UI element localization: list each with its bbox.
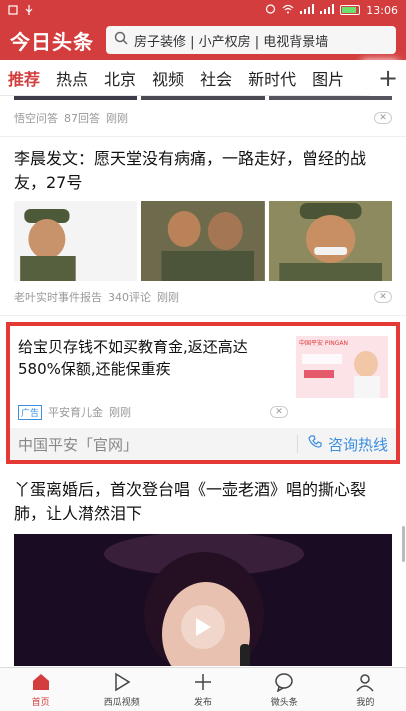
clock: 13:06 (366, 3, 398, 17)
tab-recommend[interactable]: 推荐 (0, 66, 48, 90)
item-source: 悟空问答 (14, 112, 58, 125)
nav-publish[interactable]: 发布 (162, 668, 243, 711)
ad-card[interactable]: 给宝贝存钱不如买教育金,返还高达580%保额,还能保重疾 中国平安 PINGAN… (6, 322, 400, 464)
list-item[interactable]: 丫蛋离婚后，首次登台唱《一壶老酒》唱的撕心裂肺，让人潸然泪下 (0, 464, 406, 666)
add-channel-icon[interactable]: + (370, 60, 406, 96)
nav-label: 发布 (194, 698, 213, 708)
nav-home[interactable]: 首页 (0, 668, 81, 711)
play-icon[interactable] (181, 604, 225, 649)
dislike-icon[interactable]: ✕ (270, 406, 288, 418)
search-bar[interactable]: 房子装修 | 小产权房 | 电视背景墙 (106, 26, 396, 54)
chat-bubble-icon (273, 671, 295, 693)
item-title: 李晨发文：愿天堂没有病痛，一路走好，曾经的战友，27号 (14, 149, 367, 192)
app-logo: 今日头条 (10, 29, 94, 54)
item-title: 丫蛋离婚后，首次登台唱《一壶老酒》唱的撕心裂肺，让人潸然泪下 (14, 480, 367, 523)
item-comments: 340评论 (108, 291, 151, 304)
item-source: 老叶实时事件报告 (14, 291, 102, 304)
user-icon (354, 671, 376, 693)
thumbnail-image (141, 201, 265, 281)
home-icon (30, 671, 52, 693)
list-item[interactable]: 李晨发文：愿天堂没有病痛，一路走好，曾经的战友，27号 老叶实时事件报告 340… (0, 137, 406, 316)
item-time: 刚刚 (157, 291, 179, 304)
nav-label: 西瓜视频 (103, 698, 140, 708)
nav-label: 我的 (356, 698, 375, 708)
tab-beijing[interactable]: 北京 (96, 66, 144, 90)
hotline-label: 咨询热线 (327, 435, 388, 454)
bottom-nav: 首页 西瓜视频 发布 微头条 我的 (0, 667, 406, 711)
search-suggestions: 房子装修 | 小产权房 | 电视背景墙 (134, 34, 329, 50)
item-time: 刚刚 (106, 112, 128, 125)
notification-icon (8, 5, 18, 15)
signal-icon (300, 3, 315, 17)
hotline-button[interactable]: 咨询热线 (308, 434, 388, 455)
tab-new-era[interactable]: 新时代 (240, 66, 304, 90)
signal-icon-2 (320, 3, 335, 17)
nav-xigua-video[interactable]: 西瓜视频 (81, 668, 162, 711)
phone-icon (308, 435, 322, 453)
battery-icon (340, 5, 361, 15)
dislike-icon[interactable]: ✕ (374, 291, 392, 303)
tab-video[interactable]: 视频 (144, 66, 192, 90)
ad-image-caption: 中国平安 PINGAN (299, 340, 349, 347)
status-bar: 13:06 (0, 0, 406, 20)
news-feed[interactable]: 悟空问答 87回答 刚刚 ✕ 李晨发文：愿天堂没有病痛，一路走好，曾经的战友，2… (0, 96, 406, 666)
search-icon (114, 31, 128, 49)
ad-title: 给宝贝存钱不如买教育金,返还高达580%保额,还能保重疾 (18, 338, 248, 378)
ad-brand[interactable]: 中国平安「官网」 (18, 434, 297, 455)
ad-image: 中国平安 PINGAN (296, 336, 388, 398)
ad-badge: 广告 (18, 404, 43, 420)
wifi-icon (282, 4, 294, 17)
video-player[interactable] (14, 534, 392, 666)
tab-society[interactable]: 社会 (192, 66, 240, 90)
app-header: 今日头条 房子装修 | 小产权房 | 电视背景墙 (0, 20, 406, 60)
ad-action-bar: 中国平安「官网」 咨询热线 (10, 428, 396, 460)
thumbnail-image (268, 201, 392, 281)
item-answers: 87回答 (64, 112, 100, 125)
dislike-icon[interactable]: ✕ (374, 112, 392, 124)
alarm-icon (265, 3, 276, 17)
thumbnail-row (14, 201, 392, 281)
usb-icon (24, 5, 34, 15)
video-play-icon (111, 671, 133, 693)
plus-icon (192, 671, 214, 693)
scrollbar[interactable] (402, 526, 405, 562)
nav-label: 首页 (31, 698, 50, 708)
nav-profile[interactable]: 我的 (325, 668, 406, 711)
tab-hot[interactable]: 热点 (48, 66, 96, 90)
tab-pictures[interactable]: 图片 (304, 66, 352, 90)
nav-micro-headlines[interactable]: 微头条 (244, 668, 325, 711)
ad-time: 刚刚 (109, 406, 132, 419)
list-item[interactable]: 悟空问答 87回答 刚刚 ✕ (0, 96, 406, 137)
nav-label: 微头条 (270, 698, 298, 708)
thumbnail-image (14, 201, 138, 281)
channel-tabs: 推荐 热点 北京 视频 社会 新时代 图片 + (0, 60, 406, 96)
ad-source: 平安育儿金 (48, 406, 104, 419)
